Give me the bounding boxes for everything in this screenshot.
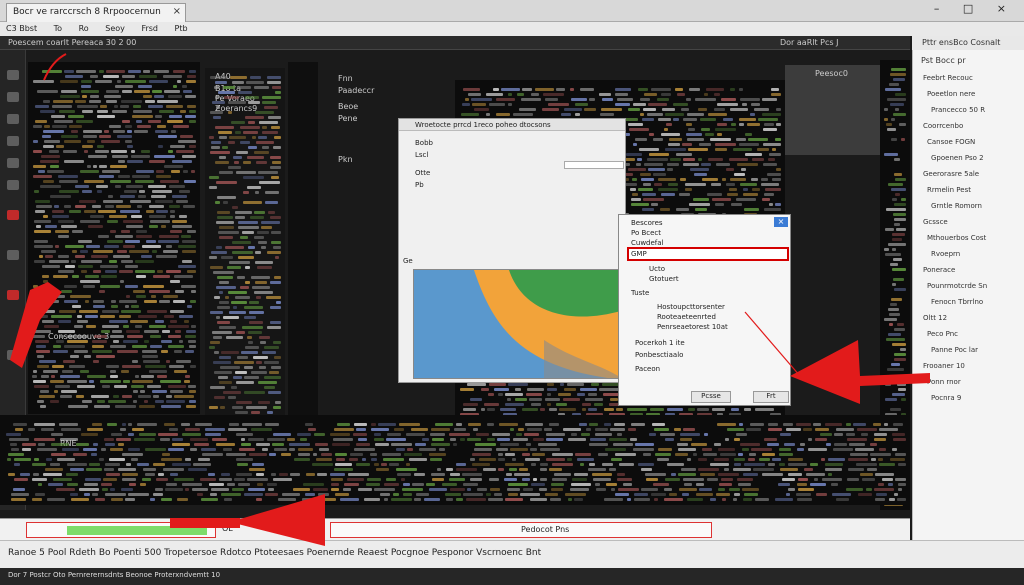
red-arrow-bottom <box>170 494 325 546</box>
red-arrow-left <box>10 282 62 368</box>
red-arrow-right <box>744 311 930 404</box>
red-arrow-top-left <box>43 53 67 81</box>
annotation-overlay <box>10 53 930 546</box>
